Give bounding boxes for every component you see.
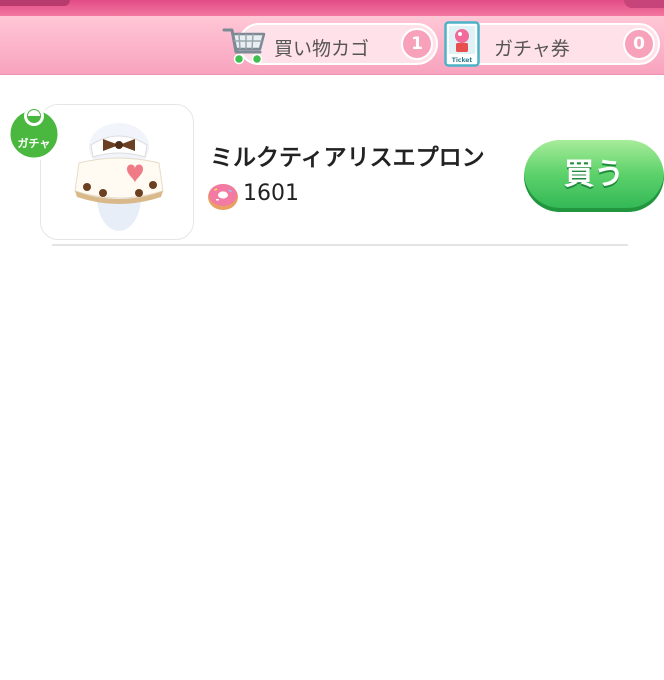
- shop-header: 買い物カゴ 1 ガチャ券 0: [0, 16, 664, 75]
- cart-count-badge: 1: [401, 28, 433, 60]
- item-price: 1601: [243, 181, 299, 206]
- topbar-right-tab: [624, 0, 664, 8]
- topbar-left-tab: [0, 0, 70, 6]
- gacha-ticket-count-badge: 0: [623, 28, 655, 60]
- item-name: ミルクティアリスエプロン: [210, 145, 485, 171]
- donut-icon: [208, 184, 238, 210]
- cart-label: 買い物カゴ: [274, 38, 370, 60]
- gacha-badge-label: ガチャ: [18, 136, 51, 150]
- item-thumbnail[interactable]: [40, 104, 194, 240]
- gacha-ticket-button[interactable]: ガチャ券 0: [458, 23, 660, 65]
- buy-button[interactable]: 買う: [524, 140, 664, 212]
- gacha-ticket-label: ガチャ券: [494, 38, 570, 60]
- item-divider: [52, 244, 628, 246]
- cart-button[interactable]: 買い物カゴ 1: [238, 23, 438, 65]
- ticket-icon-text: Ticket: [452, 57, 473, 64]
- apron-image: [74, 123, 164, 231]
- shopping-cart-icon[interactable]: [222, 22, 268, 68]
- gacha-badge: ガチャ: [7, 106, 61, 161]
- top-status-bar: [0, 0, 664, 16]
- ticket-icon[interactable]: Ticket: [444, 21, 480, 67]
